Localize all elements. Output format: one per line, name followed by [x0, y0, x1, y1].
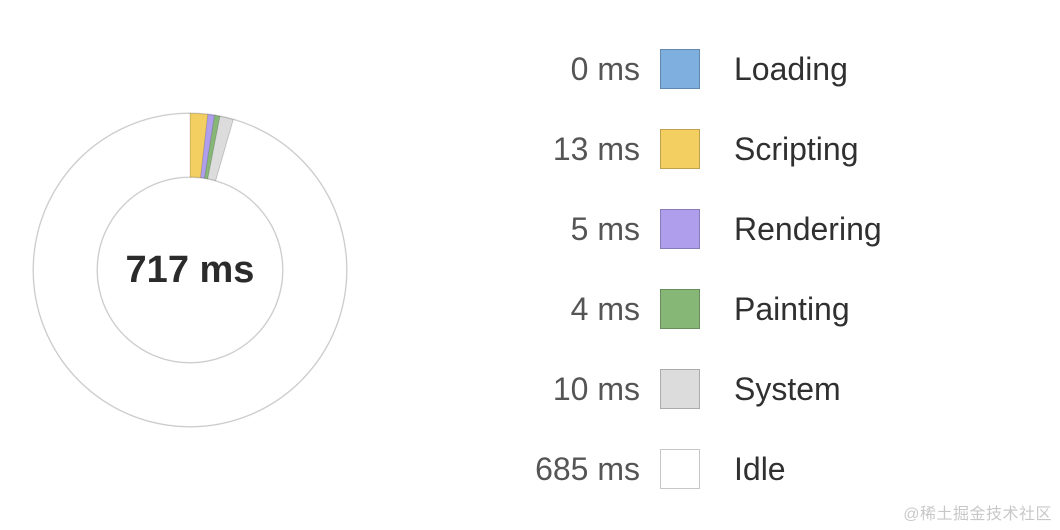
legend-item-idle[interactable]: 685 ms Idle — [420, 429, 1060, 509]
legend-item-scripting[interactable]: 13 ms Scripting — [420, 109, 1060, 189]
legend-swatch-scripting — [660, 129, 700, 169]
legend-label: System — [700, 371, 841, 408]
legend-swatch-system — [660, 369, 700, 409]
legend-time: 10 ms — [420, 371, 660, 408]
legend-time: 685 ms — [420, 451, 660, 488]
legend-swatch-painting — [660, 289, 700, 329]
donut-chart-area: 717 ms — [0, 0, 420, 530]
donut-chart: 717 ms — [30, 110, 350, 430]
legend-label: Scripting — [700, 131, 859, 168]
legend-item-loading[interactable]: 0 ms Loading — [420, 29, 1060, 109]
legend-item-painting[interactable]: 4 ms Painting — [420, 269, 1060, 349]
legend-item-rendering[interactable]: 5 ms Rendering — [420, 189, 1060, 269]
legend-time: 4 ms — [420, 291, 660, 328]
legend-item-system[interactable]: 10 ms System — [420, 349, 1060, 429]
donut-slice-idle[interactable] — [33, 113, 347, 427]
legend-swatch-rendering — [660, 209, 700, 249]
legend-swatch-idle — [660, 449, 700, 489]
legend-time: 13 ms — [420, 131, 660, 168]
legend: 0 ms Loading 13 ms Scripting 5 ms Render… — [420, 1, 1060, 529]
legend-time: 0 ms — [420, 51, 660, 88]
legend-time: 5 ms — [420, 211, 660, 248]
legend-label: Painting — [700, 291, 850, 328]
donut-svg — [30, 110, 350, 430]
legend-swatch-loading — [660, 49, 700, 89]
summary-panel: 717 ms 0 ms Loading 13 ms Scripting 5 ms… — [0, 0, 1060, 530]
legend-label: Loading — [700, 51, 848, 88]
legend-label: Idle — [700, 451, 786, 488]
donut-inner-ring — [97, 177, 283, 363]
legend-label: Rendering — [700, 211, 882, 248]
